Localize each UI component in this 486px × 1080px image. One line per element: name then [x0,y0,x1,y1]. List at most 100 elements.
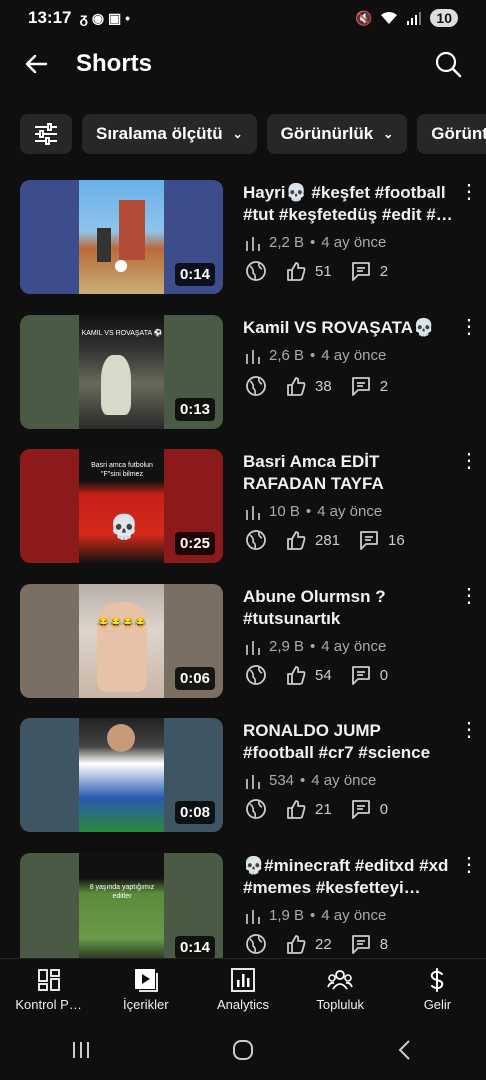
video-meta: 10 B • 4 ay önce [245,503,382,520]
video-thumbnail[interactable]: 0:14 [20,180,223,294]
earn-icon [431,968,444,992]
page-title: Shorts [76,50,153,77]
back-arrow-icon[interactable] [22,50,50,78]
video-stats: 22 8 [245,933,406,955]
upload-age: 4 ay önce [321,638,387,655]
upload-age: 4 ay önce [321,234,387,251]
thumbnail-image [79,180,164,294]
comment-count: 16 [388,531,405,549]
mute-icon: 🔇 [354,9,373,26]
battery-icon: 10 [430,9,458,27]
duration-badge: 0:08 [174,801,215,824]
more-options-icon[interactable]: ⋮ [459,182,479,202]
meta-separator: • [310,638,316,655]
comment-count: 2 [379,262,389,280]
thumbnail-caption: 8 yaşında yaptığımız editler [89,884,155,900]
video-thumbnail[interactable]: 0:08 [20,718,223,832]
video-title: Hayri💀 #keşfet #football #tut #keşfetedü… [243,183,453,224]
duration-badge: 0:13 [174,398,215,421]
visibility-filter-chip[interactable]: Görünürlük ⌄ [266,114,408,154]
status-bar: 13:17 ᵹ ◉ ▣ • 🔇 10 [0,0,486,36]
system-back-icon[interactable] [393,1038,417,1062]
nav-dashboard[interactable]: Kontrol P… [0,959,97,1020]
meta-separator: • [310,347,316,364]
video-item[interactable]: 😂😂😂😂 0:06 Abune Olurmsn ? #tutsunartık #… [0,584,486,698]
globe-icon [246,665,266,685]
view-count: 2,9 B [269,638,305,655]
upload-age: 4 ay önce [311,772,377,789]
meta-separator: • [305,503,312,520]
like-count: 51 [315,262,332,280]
hand-shape [97,602,147,692]
upload-age: 4 ay önce [317,503,383,520]
video-item[interactable]: 0:14 Hayri💀 #keşfet #football #tut #keşf… [0,180,486,294]
video-meta: 1,9 B • 4 ay önce [245,907,386,924]
chevron-down-icon: ⌄ [232,127,243,141]
video-title: Abune Olurmsn ? #tutsunartık #keşfetbeni… [243,587,386,628]
duration-badge: 0:25 [174,532,215,555]
views-bar-icon [246,774,260,789]
upload-age: 4 ay önce [321,907,387,924]
video-stats: 54 0 [245,664,406,686]
video-title: Basri Amca EDİT RAFADAN TAYFA [243,452,384,493]
search-icon[interactable] [434,50,462,78]
video-stats: 51 2 [245,260,406,282]
video-item[interactable]: Basri amca futbolun "F"sini bilmez 💀 0:2… [0,449,486,563]
more-options-icon[interactable]: ⋮ [459,855,479,875]
video-thumbnail[interactable]: KAMIL VS ROVAŞATA ⚽ 0:13 [20,315,223,429]
more-options-icon[interactable]: ⋮ [459,720,479,740]
thumbnail-image [79,718,164,832]
more-options-icon[interactable]: ⋮ [459,317,479,337]
player-head-shape [107,724,135,752]
video-item[interactable]: 0:08 RONALDO JUMP #football #cr7 #scienc… [0,718,486,832]
duration-badge: 0:06 [174,667,215,690]
thumbnail-image: KAMIL VS ROVAŞATA ⚽ [79,315,164,429]
nav-dashboard-label: Kontrol P… [15,997,82,1012]
video-item[interactable]: 8 yaşında yaptığımız editler 0:14 💀#mine… [0,853,486,967]
like-icon [287,531,306,550]
video-item[interactable]: KAMIL VS ROVAŞATA ⚽ 0:13 Kamil VS ROVAŞA… [0,315,486,429]
wifi-icon [381,12,398,24]
filter-settings-button[interactable] [20,114,72,154]
bottom-nav: Kontrol P… İçerikler Analytics Topluluk … [0,958,486,1020]
nav-content[interactable]: İçerikler [97,959,194,1020]
video-title: RONALDO JUMP #football #cr7 #science #sk… [243,721,431,762]
video-meta: 534 • 4 ay önce [245,772,376,789]
comment-count: 0 [379,666,389,684]
comment-icon [351,377,370,396]
nav-analytics[interactable]: Analytics [194,959,291,1020]
view-count: 2,6 B [269,347,305,364]
video-thumbnail[interactable]: 8 yaşında yaptığımız editler 0:14 [20,853,223,967]
sort-filter-chip[interactable]: Sıralama ölçütü ⌄ [82,114,257,154]
nav-community[interactable]: Topluluk [292,959,389,1020]
nav-community-label: Topluluk [316,997,365,1012]
comment-icon [360,531,378,550]
comment-count: 0 [379,800,389,818]
recent-apps-icon[interactable] [69,1038,93,1062]
view-filter-chip[interactable]: Görünti [417,114,486,154]
duration-badge: 0:14 [174,936,215,959]
more-options-icon[interactable]: ⋮ [459,586,479,606]
community-icon [327,970,354,990]
thumbnail-image: Basri amca futbolun "F"sini bilmez 💀 [79,449,164,563]
view-filter-label: Görünti [431,124,486,143]
status-right: 🔇 10 [355,9,458,27]
view-count: 10 B [269,503,300,520]
duration-badge: 0:14 [174,263,215,286]
like-icon [287,800,306,819]
sliders-icon [35,123,57,145]
views-bar-icon [246,909,260,924]
meta-separator: • [300,772,306,789]
comment-icon [351,666,370,685]
globe-icon [246,530,266,550]
sort-filter-label: Sıralama ölçütü [96,124,223,143]
skull-emoji: 💀 [109,514,139,541]
comment-count: 2 [379,377,389,395]
more-options-icon[interactable]: ⋮ [459,451,479,471]
video-thumbnail[interactable]: Basri amca futbolun "F"sini bilmez 💀 0:2… [20,449,223,563]
view-count: 2,2 B [269,234,305,251]
content-icon [134,969,158,992]
video-thumbnail[interactable]: 😂😂😂😂 0:06 [20,584,223,698]
nav-earn[interactable]: Gelir [389,959,486,1020]
home-icon[interactable] [231,1038,255,1062]
